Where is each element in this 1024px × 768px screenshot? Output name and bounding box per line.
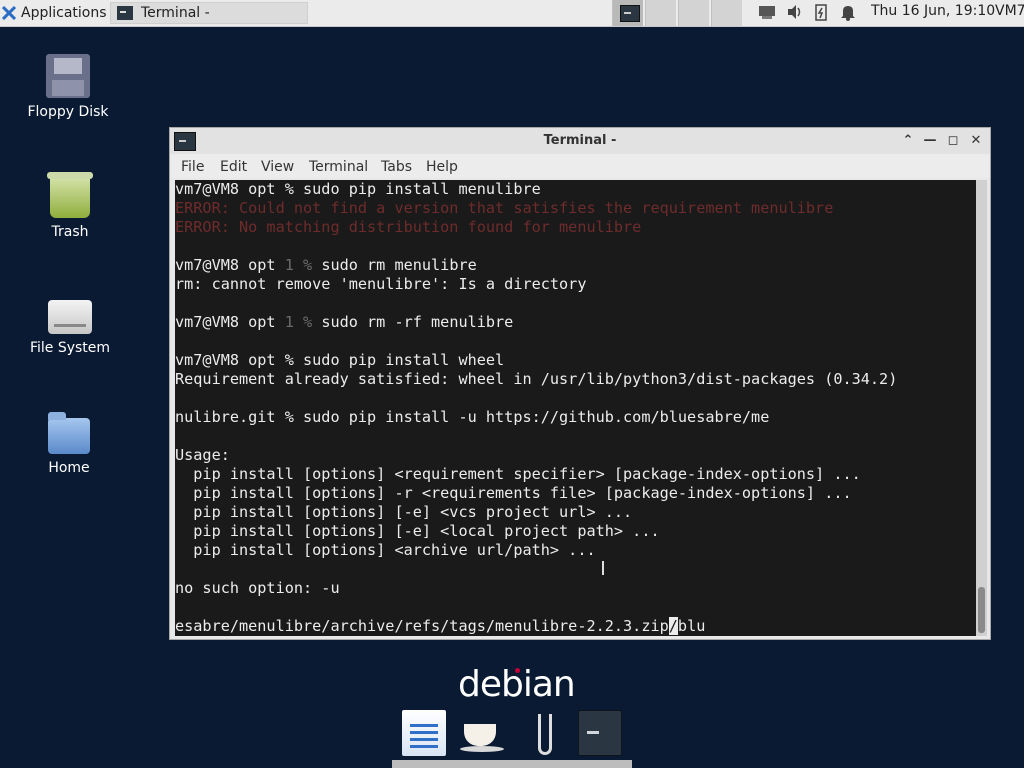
battery-icon[interactable] (814, 3, 828, 21)
menu-view[interactable]: View (261, 159, 294, 175)
taskbar-terminal-title: Terminal - (141, 5, 210, 21)
menubar: File Edit View Terminal Tabs Help (170, 154, 990, 178)
hook-icon[interactable] (520, 710, 564, 756)
menu-file[interactable]: File (181, 159, 204, 175)
terminal-line: pip install [options] -r <requirements f… (175, 484, 852, 502)
workspace-3[interactable] (678, 0, 709, 26)
applications-label: Applications (21, 5, 107, 21)
home-folder-icon (48, 412, 90, 454)
menu-terminal[interactable]: Terminal (309, 159, 368, 175)
desktop-icon-file-system[interactable]: File System (20, 294, 120, 356)
clock[interactable]: Thu 16 Jun, 19:10 (871, 3, 995, 19)
terminal-line: pip install [options] <requirement speci… (175, 465, 861, 483)
desktop-icon-floppy-disk[interactable]: Floppy Disk (18, 54, 118, 120)
terminal-line: vm7@VM8 opt 1 % sudo rm -rf menulibre (175, 313, 514, 331)
terminal-scrollbar[interactable] (976, 180, 987, 636)
terminal-line: vm7@VM8 opt 1 % sudo rm menulibre (175, 256, 477, 274)
menu-tabs[interactable]: Tabs (381, 159, 412, 175)
floppy-disk-icon (46, 54, 90, 98)
dock-base (392, 760, 632, 768)
menu-edit[interactable]: Edit (220, 159, 247, 175)
maximize-button[interactable]: ◻ (945, 133, 961, 149)
window-titlebar[interactable]: Terminal - ⌃ — ◻ ✕ (170, 128, 990, 154)
desktop-icon-label: Floppy Disk (27, 104, 109, 120)
debian-logo-dot (515, 668, 520, 673)
libreoffice-writer-icon[interactable] (402, 710, 446, 756)
workspace-2[interactable] (645, 0, 676, 26)
terminal-line: vm7@VM8 opt % sudo pip install menulibre (175, 180, 541, 198)
terminal-input-line: esabre/menulibre/archive/refs/tags/menul… (175, 617, 706, 635)
window-title: Terminal - (543, 133, 617, 148)
shade-button[interactable]: ⌃ (900, 133, 916, 149)
workspace-4[interactable] (711, 0, 742, 26)
terminal-line: pip install [options] <archive url/path>… (175, 541, 596, 559)
scrollbar-thumb[interactable] (978, 587, 985, 633)
dock (392, 704, 632, 768)
dock-terminal-icon[interactable] (578, 710, 622, 756)
desktop-icon-trash[interactable]: Trash (20, 172, 120, 240)
terminal-line: vm7@VM8 opt % sudo pip install wheel (175, 351, 505, 369)
coffee-cup-icon[interactable] (460, 710, 504, 756)
volume-icon[interactable] (786, 3, 804, 21)
taskbar-terminal-button[interactable]: Terminal - (110, 2, 308, 24)
close-button[interactable]: ✕ (968, 133, 984, 149)
terminal-line-error: ERROR: Could not find a version that sat… (175, 199, 834, 217)
terminal-line: rm: cannot remove 'menulibre': Is a dire… (175, 275, 587, 293)
terminal-line-error: ERROR: No matching distribution found fo… (175, 218, 642, 236)
desktop-icon-label: Home (48, 460, 90, 476)
network-icon[interactable] (757, 3, 777, 21)
trash-icon (47, 172, 93, 218)
notification-bell-icon[interactable] (840, 3, 856, 21)
text-cursor: / (668, 617, 678, 635)
minimize-button[interactable]: — (922, 133, 938, 149)
terminal-line: nulibre.git % sudo pip install -u https:… (175, 408, 770, 426)
top-panel: Applications Terminal - Thu 16 Jun, 19:1… (0, 0, 1024, 27)
terminal-line: Requirement already satisfied: wheel in … (175, 370, 898, 388)
xfce-mouse-icon (2, 6, 16, 20)
terminal-output[interactable]: vm7@VM8 opt % sudo pip install menulibre… (175, 180, 976, 636)
hard-drive-icon (48, 300, 92, 334)
desktop-icon-label: Trash (51, 224, 89, 240)
user-menu[interactable]: VM7 (995, 3, 1024, 19)
workspace-1[interactable] (612, 0, 643, 26)
ibeam-cursor-icon (602, 561, 604, 575)
desktop-icon-label: File System (29, 340, 111, 356)
menu-help[interactable]: Help (426, 159, 458, 175)
terminal-line: pip install [options] [-e] <local projec… (175, 522, 660, 540)
workspace-window-preview-icon (620, 5, 640, 22)
terminal-line: no such option: -u (175, 579, 340, 597)
terminal-line: pip install [options] [-e] <vcs project … (175, 503, 633, 521)
terminal-window: Terminal - ⌃ — ◻ ✕ File Edit View Termin… (169, 127, 991, 640)
terminal-line: Usage: (175, 446, 230, 464)
terminal-icon (117, 6, 133, 20)
applications-menu-button[interactable]: Applications (2, 3, 107, 23)
desktop-icon-home[interactable]: Home (19, 412, 119, 476)
